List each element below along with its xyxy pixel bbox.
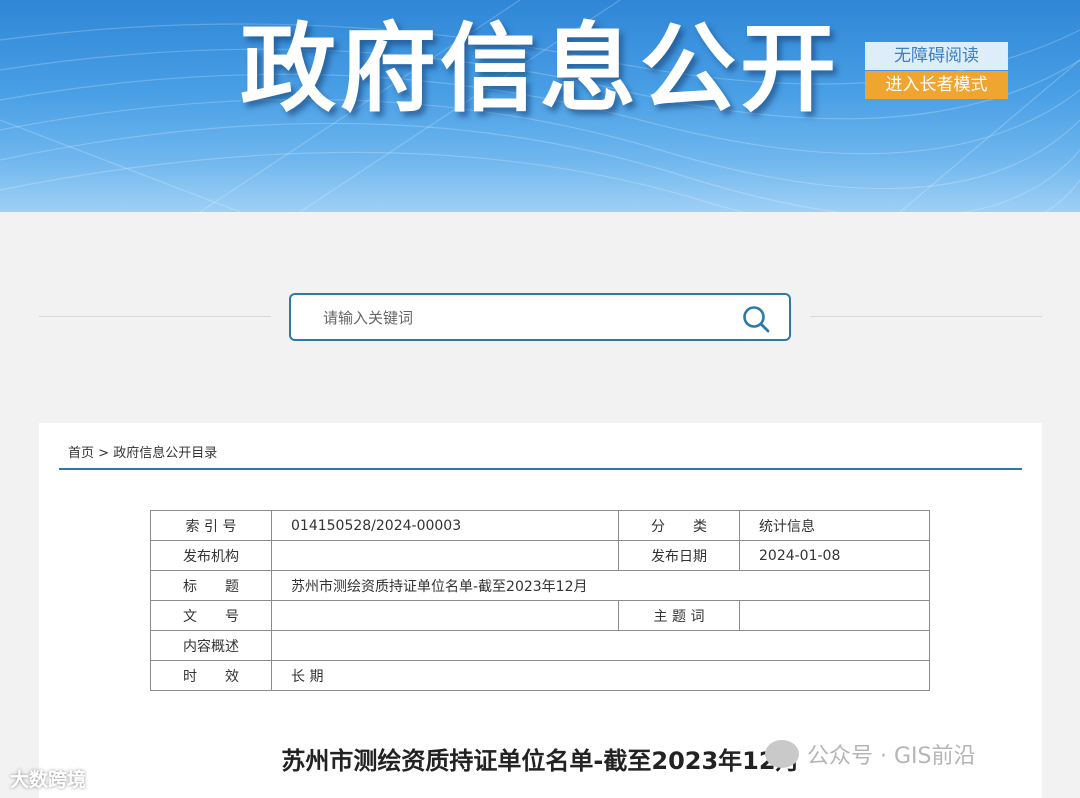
table-row: 时 效 长 期 [150, 660, 930, 691]
table-row: 发布机构 发布日期 2024-01-08 [150, 540, 930, 571]
publisher-value [271, 540, 619, 571]
watermark-right: 公众号 · GIS前沿 [765, 738, 975, 770]
table-row: 文 号 主 题 词 [150, 600, 930, 631]
header-banner: 政府信息公开 无障碍阅读 进入长者模式 [0, 0, 1080, 212]
accessible-reading-button[interactable]: 无障碍阅读 [865, 42, 1008, 70]
wechat-icon [765, 740, 799, 768]
breadcrumb-home-link[interactable]: 首页 [68, 446, 94, 461]
metadata-table: 索 引 号 014150528/2024-00003 分 类 统计信息 发布机构… [150, 510, 930, 691]
breadcrumb-divider [59, 468, 1022, 470]
validity-label: 时 效 [150, 660, 272, 691]
search-icon[interactable] [741, 304, 771, 334]
watermark-right-text: 公众号 · GIS前沿 [807, 744, 976, 769]
category-label: 分 类 [618, 510, 740, 541]
index-label: 索 引 号 [150, 510, 272, 541]
date-label: 发布日期 [618, 540, 740, 571]
search-bar [289, 293, 791, 341]
search-divider-left [39, 316, 271, 317]
summary-value [271, 630, 930, 661]
date-value: 2024-01-08 [739, 540, 930, 571]
validity-value: 长 期 [271, 660, 930, 691]
table-row: 标 题 苏州市测绘资质持证单位名单-截至2023年12月 [150, 570, 930, 601]
breadcrumb-separator: > [98, 446, 110, 461]
publisher-label: 发布机构 [150, 540, 272, 571]
search-input[interactable] [321, 303, 705, 333]
breadcrumb-current[interactable]: 政府信息公开目录 [113, 446, 217, 461]
index-value: 014150528/2024-00003 [271, 510, 619, 541]
watermark-left: 大数跨境 [10, 769, 87, 791]
banner-title: 政府信息公开 [240, 13, 840, 125]
title-label: 标 题 [150, 570, 272, 601]
docno-value [271, 600, 619, 631]
table-row: 索 引 号 014150528/2024-00003 分 类 统计信息 [150, 510, 930, 541]
title-value: 苏州市测绘资质持证单位名单-截至2023年12月 [271, 570, 930, 601]
summary-label: 内容概述 [150, 630, 272, 661]
breadcrumb: 首页 > 政府信息公开目录 [68, 442, 217, 461]
table-row: 内容概述 [150, 630, 930, 661]
search-divider-right [810, 316, 1042, 317]
keyword-label: 主 题 词 [618, 600, 740, 631]
keyword-value [739, 600, 930, 631]
category-value: 统计信息 [739, 510, 930, 541]
docno-label: 文 号 [150, 600, 272, 631]
elder-mode-button[interactable]: 进入长者模式 [865, 71, 1008, 99]
